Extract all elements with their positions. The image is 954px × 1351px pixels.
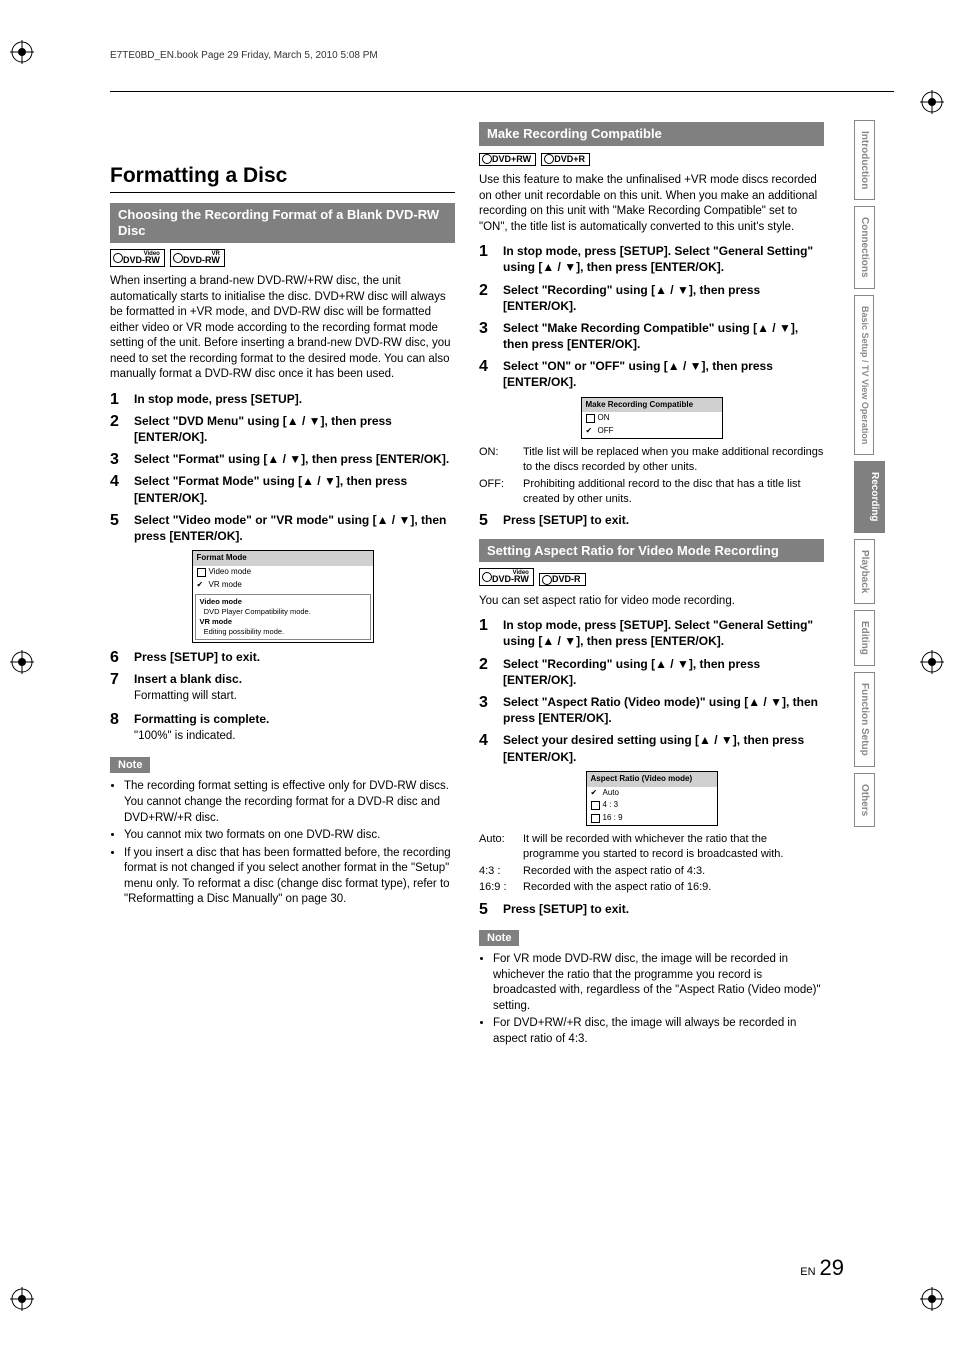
intro-paragraph: Use this feature to make the unfinalised… [479, 173, 824, 235]
step: Insert a blank disc.Formatting will star… [110, 671, 455, 705]
step: Select "Video mode" or "VR mode" using [… [110, 512, 455, 544]
registration-mark-icon [10, 1287, 34, 1311]
definition-list: ON:Title list will be replaced when you … [479, 445, 824, 506]
menu-option-selected: OFF [582, 425, 722, 438]
subsection-header: Choosing the Recording Format of a Blank… [110, 203, 455, 242]
menu-title: Aspect Ratio (Video mode) [587, 772, 717, 787]
disc-badges: VideoDVD-RW VRDVD-RW [110, 249, 455, 269]
menu-description: Video mode DVD Player Compatibility mode… [195, 594, 371, 641]
note-item: The recording format setting is effectiv… [124, 779, 455, 826]
disc-badge: VideoDVD-RW [110, 249, 165, 267]
step: In stop mode, press [SETUP]. [110, 391, 455, 407]
step: In stop mode, press [SETUP]. Select "Gen… [479, 243, 824, 275]
registration-mark-icon [920, 90, 944, 114]
disc-badge: DVD-R [539, 573, 586, 586]
note-item: If you insert a disc that has been forma… [124, 846, 455, 908]
steps-list: In stop mode, press [SETUP]. Select "Gen… [479, 617, 824, 765]
step: Select "Recording" using [▲ / ▼], then p… [479, 282, 824, 314]
book-header: E7TE0BD_EN.book Page 29 Friday, March 5,… [110, 50, 894, 61]
disc-badges: DVD+RW DVD+R [479, 152, 824, 168]
note-label: Note [479, 930, 519, 947]
page-number: EN29 [800, 1255, 844, 1281]
tab-connections[interactable]: Connections [854, 206, 875, 289]
menu-title: Format Mode [193, 551, 373, 566]
steps-list: In stop mode, press [SETUP]. Select "DVD… [110, 391, 455, 545]
note-item: You cannot mix two formats on one DVD-RW… [124, 828, 455, 844]
step: Select "DVD Menu" using [▲ / ▼], then pr… [110, 413, 455, 445]
intro-paragraph: You can set aspect ratio for video mode … [479, 594, 824, 610]
step: Press [SETUP] to exit. [479, 512, 824, 528]
disc-badge: DVD+RW [479, 153, 536, 166]
aspect-ratio-menu: Aspect Ratio (Video mode) Auto 4 : 3 16 … [586, 771, 718, 826]
step: Press [SETUP] to exit. [479, 901, 824, 917]
disc-badge: DVD+R [541, 153, 590, 166]
note-item: For DVD+RW/+R disc, the image will alway… [493, 1016, 824, 1047]
note-list: For VR mode DVD-RW disc, the image will … [479, 952, 824, 1047]
step: Select "Format" using [▲ / ▼], then pres… [110, 451, 455, 467]
step: Select "Format Mode" using [▲ / ▼], then… [110, 473, 455, 505]
tab-recording[interactable]: Recording [854, 461, 885, 532]
definition-list: Auto:It will be recorded with whichever … [479, 832, 824, 895]
note-item: For VR mode DVD-RW disc, the image will … [493, 952, 824, 1014]
tab-playback[interactable]: Playback [854, 539, 875, 604]
menu-option: 4 : 3 [587, 799, 717, 812]
tab-introduction[interactable]: Introduction [854, 120, 875, 200]
step: Select "Make Recording Compatible" using… [479, 320, 824, 352]
step: Select your desired setting using [▲ / ▼… [479, 732, 824, 764]
step: In stop mode, press [SETUP]. Select "Gen… [479, 617, 824, 649]
menu-option: 16 : 9 [587, 812, 717, 825]
step: Formatting is complete."100%" is indicat… [110, 711, 455, 745]
step: Press [SETUP] to exit. [110, 649, 455, 665]
subsection-header: Setting Aspect Ratio for Video Mode Reco… [479, 539, 824, 563]
step: Select "Recording" using [▲ / ▼], then p… [479, 656, 824, 688]
tab-basic-setup[interactable]: Basic Setup / TV View Operation [854, 295, 874, 455]
section-title: Formatting a Disc [110, 162, 455, 193]
side-tab-nav: Introduction Connections Basic Setup / T… [854, 120, 934, 833]
steps-list: In stop mode, press [SETUP]. Select "Gen… [479, 243, 824, 391]
registration-mark-icon [10, 650, 34, 674]
recording-compatible-menu: Make Recording Compatible ON OFF [581, 397, 723, 439]
menu-option-selected: Auto [587, 787, 717, 800]
menu-option: Video mode [193, 566, 373, 579]
menu-title: Make Recording Compatible [582, 398, 722, 413]
menu-option: ON [582, 412, 722, 425]
steps-list: Press [SETUP] to exit. [479, 512, 824, 528]
format-mode-menu: Format Mode Video mode VR mode Video mod… [192, 550, 374, 643]
note-list: The recording format setting is effectiv… [110, 779, 455, 907]
menu-option-selected: VR mode [193, 579, 373, 592]
disc-badge: VideoDVD-RW [479, 568, 534, 586]
step: Select "ON" or "OFF" using [▲ / ▼], then… [479, 358, 824, 390]
step: Select "Aspect Ratio (Video mode)" using… [479, 694, 824, 726]
registration-mark-icon [10, 40, 34, 64]
intro-paragraph: When inserting a brand-new DVD-RW/+RW di… [110, 274, 455, 383]
tab-editing[interactable]: Editing [854, 610, 875, 666]
tab-function-setup[interactable]: Function Setup [854, 672, 875, 767]
note-label: Note [110, 757, 150, 774]
registration-mark-icon [920, 1287, 944, 1311]
disc-badge: VRDVD-RW [170, 249, 225, 267]
steps-list: Press [SETUP] to exit. Insert a blank di… [110, 649, 455, 745]
subsection-header: Make Recording Compatible [479, 122, 824, 146]
tab-others[interactable]: Others [854, 773, 875, 827]
steps-list: Press [SETUP] to exit. [479, 901, 824, 917]
disc-badges: VideoDVD-RW DVD-R [479, 568, 824, 588]
